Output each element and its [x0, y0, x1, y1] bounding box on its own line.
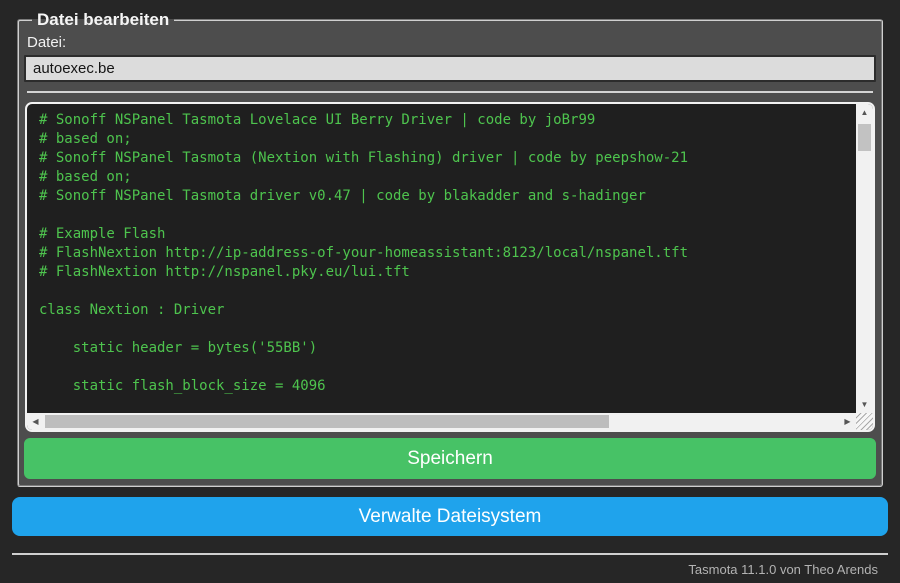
horizontal-scrollbar[interactable]: ◀ ▶: [27, 413, 856, 430]
file-name-input[interactable]: [24, 55, 876, 82]
save-button[interactable]: Speichern: [24, 438, 876, 479]
manage-filesystem-button[interactable]: Verwalte Dateisystem: [12, 497, 888, 536]
scroll-down-icon[interactable]: ▼: [856, 396, 873, 413]
panel-divider: [27, 91, 873, 93]
footer-divider: [12, 553, 888, 555]
scroll-up-icon[interactable]: ▲: [856, 104, 873, 121]
vertical-scrollbar[interactable]: ▲ ▼: [856, 104, 873, 413]
vertical-scrollbar-thumb[interactable]: [858, 124, 871, 151]
panel-title: Datei bearbeiten: [37, 10, 170, 29]
horizontal-scrollbar-thumb[interactable]: [45, 415, 609, 428]
file-content-textarea[interactable]: # Sonoff NSPanel Tasmota Lovelace UI Ber…: [27, 104, 856, 413]
scroll-left-icon[interactable]: ◀: [27, 413, 44, 430]
scroll-right-icon[interactable]: ▶: [839, 413, 856, 430]
resize-grip-icon[interactable]: [856, 413, 873, 430]
file-name-label: Datei:: [27, 34, 67, 51]
file-content-editor: # Sonoff NSPanel Tasmota Lovelace UI Ber…: [25, 102, 875, 432]
footer-version-text: Tasmota 11.1.0 von Theo Arends: [688, 562, 878, 577]
edit-file-panel: Datei bearbeiten Datei: # Sonoff NSPanel…: [17, 10, 883, 487]
